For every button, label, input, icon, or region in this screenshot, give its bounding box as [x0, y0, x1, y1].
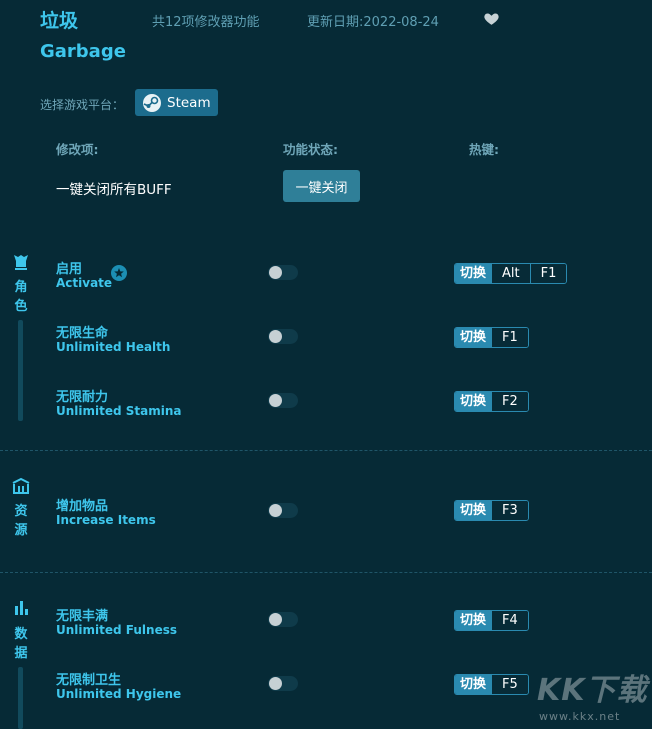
star-badge-icon	[111, 265, 127, 281]
item-cn-unlimited-stamina: 无限耐力	[56, 390, 109, 405]
item-cn-increase-items: 增加物品	[56, 499, 109, 514]
game-title-cn: 垃圾	[40, 10, 79, 32]
toggle-unlimited-hygiene[interactable]	[268, 676, 298, 691]
steam-icon	[143, 93, 161, 112]
item-en-activate: Activate	[56, 276, 113, 290]
section-bar-character	[18, 320, 23, 421]
item-en-unlimited-stamina: Unlimited Stamina	[56, 404, 182, 418]
toggle-activate[interactable]	[268, 265, 298, 280]
toggle-unlimited-stamina[interactable]	[268, 393, 298, 408]
section-label-resources: 资源	[14, 504, 28, 538]
update-date: 更新日期:2022-08-24	[307, 15, 439, 30]
hotkey-switch-label: 切换	[455, 611, 492, 630]
steam-label: Steam	[167, 94, 211, 111]
hotkey-unlimited-hygiene[interactable]: 切换 F5	[454, 674, 529, 695]
item-en-unlimited-hygiene: Unlimited Hygiene	[56, 687, 182, 701]
hotkey-switch-label: 切换	[455, 264, 492, 283]
hotkey-key: F5	[491, 675, 528, 694]
section-label-stats: 数据	[14, 627, 28, 661]
watermark-logo-text: KK下载	[537, 673, 648, 708]
hotkey-unlimited-stamina[interactable]: 切换 F2	[454, 391, 529, 412]
hotkey-switch-label: 切换	[455, 675, 492, 694]
item-cn-activate: 启用	[56, 262, 83, 277]
hotkey-key: Alt	[491, 264, 530, 283]
column-header-hotkey: 热键:	[469, 142, 499, 157]
hotkey-switch-label: 切换	[455, 392, 492, 411]
section-label-character: 角色	[14, 280, 28, 314]
item-cn-unlimited-hygiene: 无限制卫生	[56, 673, 122, 688]
hotkey-key: F4	[491, 611, 528, 630]
item-cn-unlimited-fulness: 无限丰满	[56, 609, 109, 624]
hotkey-unlimited-fulness[interactable]: 切换 F4	[454, 610, 529, 631]
feature-count: 共12项修改器功能	[152, 15, 260, 30]
hotkey-key: F1	[529, 264, 567, 283]
stats-icon	[15, 601, 28, 615]
section-bar-stats	[18, 667, 23, 729]
platform-label: 选择游戏平台：	[40, 98, 125, 112]
hotkey-increase-items[interactable]: 切换 F3	[454, 500, 529, 521]
hotkey-key: F1	[491, 328, 528, 347]
column-header-item: 修改项:	[56, 142, 99, 157]
hotkey-switch-label: 切换	[455, 501, 492, 520]
close-all-button[interactable]: 一键关闭	[283, 170, 360, 202]
watermark-logo: KK下载 www.kkx.net	[533, 672, 651, 728]
resources-icon	[12, 477, 30, 494]
steam-platform-button[interactable]: Steam	[135, 89, 218, 116]
close-all-buff-label: 一键关闭所有BUFF	[56, 182, 172, 198]
hotkey-unlimited-health[interactable]: 切换 F1	[454, 327, 529, 348]
hotkey-switch-label: 切换	[455, 328, 492, 347]
item-en-unlimited-fulness: Unlimited Fulness	[56, 623, 177, 637]
item-en-increase-items: Increase Items	[56, 513, 156, 527]
hotkey-key: F3	[491, 501, 528, 520]
section-divider	[0, 572, 652, 573]
toggle-unlimited-fulness[interactable]	[268, 612, 298, 627]
hotkey-activate[interactable]: 切换 Alt F1	[454, 263, 568, 284]
watermark-url: www.kkx.net	[539, 710, 621, 723]
item-en-unlimited-health: Unlimited Health	[56, 340, 171, 354]
section-divider	[0, 450, 652, 451]
character-icon	[14, 255, 28, 270]
item-cn-unlimited-health: 无限生命	[56, 326, 109, 341]
hotkey-key: F2	[491, 392, 528, 411]
column-header-status: 功能状态:	[283, 142, 338, 157]
favorite-heart-icon[interactable]	[483, 10, 500, 27]
game-title-en: Garbage	[40, 41, 126, 62]
toggle-increase-items[interactable]	[268, 503, 298, 518]
toggle-unlimited-health[interactable]	[268, 329, 298, 344]
